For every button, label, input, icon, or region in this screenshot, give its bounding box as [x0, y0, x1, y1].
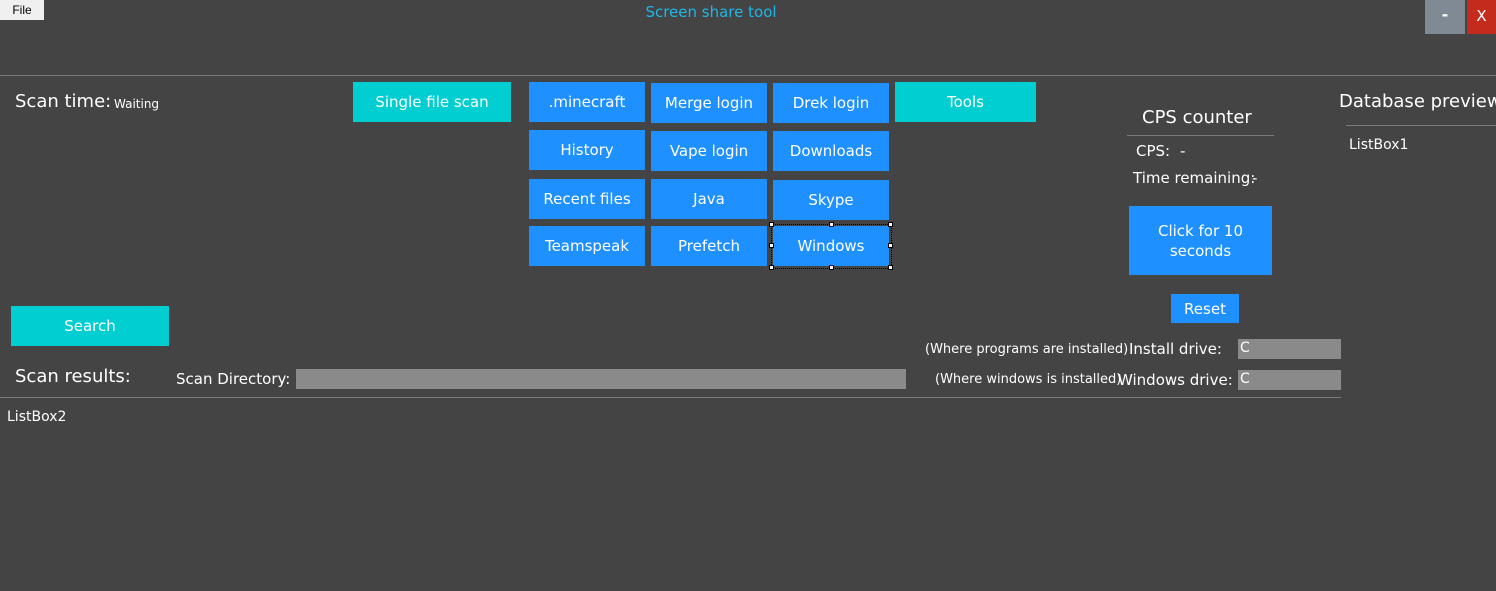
reset-button[interactable]: Reset — [1171, 294, 1239, 323]
install-drive-input[interactable]: C — [1238, 339, 1341, 359]
recent-files-button[interactable]: Recent files — [529, 179, 645, 219]
downloads-button[interactable]: Downloads — [773, 131, 889, 171]
window-title: Screen share tool — [645, 3, 777, 21]
close-button[interactable]: X — [1467, 0, 1496, 34]
file-menu[interactable]: File — [0, 0, 44, 20]
scan-directory-label: Scan Directory: — [176, 370, 291, 388]
scan-time-label: Scan time: — [15, 91, 112, 112]
tools-button[interactable]: Tools — [895, 82, 1036, 122]
java-button[interactable]: Java — [651, 179, 767, 219]
resize-handle[interactable] — [769, 243, 774, 248]
database-preview-title: Database preview — [1339, 91, 1496, 112]
minimize-button[interactable]: - — [1425, 0, 1465, 34]
scan-results-label: Scan results: — [15, 366, 131, 387]
windows-drive-input[interactable]: C — [1238, 370, 1341, 390]
resize-handle[interactable] — [888, 243, 893, 248]
database-divider — [1346, 125, 1496, 126]
resize-handle[interactable] — [888, 222, 893, 227]
prefetch-button[interactable]: Prefetch — [651, 226, 767, 266]
selection-outline — [771, 224, 892, 269]
time-remaining-label: Time remaining: — [1133, 169, 1256, 187]
scan-time-value: Waiting — [114, 97, 160, 111]
resize-handle[interactable] — [769, 222, 774, 227]
skype-button[interactable]: Skype — [773, 180, 889, 220]
windows-drive-hint: (Where windows is installed) — [935, 372, 1122, 387]
vape-login-button[interactable]: Vape login — [651, 131, 767, 171]
merge-login-button[interactable]: Merge login — [651, 83, 767, 123]
resize-handle[interactable] — [829, 265, 834, 270]
minecraft-button[interactable]: .minecraft — [529, 82, 645, 122]
drek-login-button[interactable]: Drek login — [773, 83, 889, 123]
search-button[interactable]: Search — [11, 306, 169, 346]
cps-value: - — [1180, 142, 1186, 160]
time-remaining-value: - — [1252, 169, 1258, 187]
scan-directory-input[interactable] — [296, 369, 906, 389]
cps-counter-title: CPS counter — [1142, 107, 1252, 128]
single-file-scan-button[interactable]: Single file scan — [353, 82, 511, 122]
cps-divider — [1127, 135, 1274, 136]
resize-handle[interactable] — [829, 222, 834, 227]
results-listbox[interactable]: ListBox2 — [7, 409, 66, 425]
windows-drive-label: Windows drive: — [1118, 371, 1233, 389]
install-drive-label: Install drive: — [1129, 340, 1222, 358]
install-drive-hint: (Where programs are installed) — [925, 342, 1129, 357]
top-divider — [0, 75, 1496, 76]
database-listbox[interactable]: ListBox1 — [1349, 137, 1408, 153]
resize-handle[interactable] — [888, 265, 893, 270]
history-button[interactable]: History — [529, 130, 645, 170]
results-divider — [0, 397, 1341, 398]
teamspeak-button[interactable]: Teamspeak — [529, 226, 645, 266]
click-ten-seconds-button[interactable]: Click for 10 seconds — [1129, 206, 1272, 275]
resize-handle[interactable] — [769, 265, 774, 270]
cps-label: CPS: — [1136, 142, 1171, 160]
